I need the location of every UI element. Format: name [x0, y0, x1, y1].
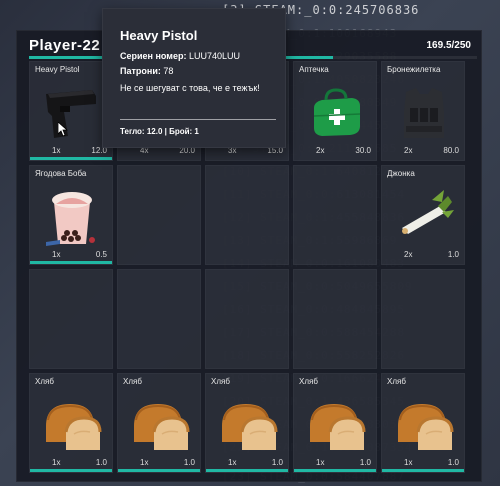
tooltip-footer: Тегло: 12.0 | Брой: 1 [120, 127, 199, 136]
bread-icon [128, 390, 192, 456]
inventory-slot[interactable] [117, 269, 201, 369]
item-name: Хляб [299, 377, 318, 386]
item-count: 2x [404, 250, 413, 259]
tooltip-description: Не се шегуват с това, че е тежък! [120, 83, 260, 93]
item-count: 1x [140, 458, 149, 467]
item-name: Хляб [387, 377, 406, 386]
item-name: Heavy Pistol [35, 65, 80, 74]
inventory-slot[interactable]: Heavy Pistol 1x 12.0 [29, 61, 113, 161]
item-count: 1x [228, 458, 237, 467]
bubble-tea-icon [40, 182, 104, 248]
inventory-slot[interactable] [205, 165, 289, 265]
item-count: 1x [316, 458, 325, 467]
inventory-slot[interactable] [293, 165, 377, 265]
item-name: Джонка [387, 169, 415, 178]
durability-bar [206, 469, 288, 472]
item-weight: 30.0 [355, 146, 371, 155]
item-name: Хляб [211, 377, 230, 386]
inventory-slot[interactable]: Аптечка 2x 30.0 [293, 61, 377, 161]
inventory-slot[interactable] [381, 269, 465, 369]
inventory-slot[interactable]: Ягодова Боба 1x 0.5 [29, 165, 113, 265]
tooltip-serial-label: Сериен номер: [120, 51, 187, 61]
inventory-title: Player-22 [29, 37, 101, 54]
joint-icon [392, 182, 456, 248]
item-count: 1x [404, 458, 413, 467]
tooltip-divider [120, 119, 276, 120]
inventory-slot[interactable] [29, 269, 113, 369]
item-count: 1x [52, 250, 61, 259]
item-weight: 80.0 [443, 146, 459, 155]
inventory-weight: 169.5/250 [426, 40, 472, 51]
bread-icon [216, 390, 280, 456]
item-count: 1x [52, 458, 61, 467]
item-weight: 1.0 [95, 458, 107, 467]
item-name: Хляб [123, 377, 142, 386]
item-weight: 1.0 [359, 458, 371, 467]
item-name: Бронежилетка [387, 65, 441, 74]
inventory-slot[interactable]: Хляб 1x 1.0 [205, 373, 289, 473]
inventory-slot[interactable]: Хляб 1x 1.0 [293, 373, 377, 473]
inventory-slot[interactable] [117, 165, 201, 265]
durability-bar [118, 469, 200, 472]
inventory-slot[interactable] [205, 269, 289, 369]
durability-bar [382, 469, 464, 472]
durability-bar [30, 261, 112, 264]
item-weight: 1.0 [447, 250, 459, 259]
tooltip-title: Heavy Pistol [120, 28, 198, 43]
item-weight: 0.5 [95, 250, 107, 259]
body-armor-icon [392, 78, 456, 144]
item-weight: 1.0 [447, 458, 459, 467]
inventory-slot[interactable]: Бронежилетка 2x 80.0 [381, 61, 465, 161]
item-weight: 1.0 [183, 458, 195, 467]
tooltip-serial: Сериен номер: LUU740LUU [120, 51, 240, 61]
inventory-slot[interactable]: Хляб 1x 1.0 [29, 373, 113, 473]
tooltip-ammo-label: Патрони: [120, 66, 161, 76]
tooltip-ammo: Патрони: 78 [120, 66, 173, 76]
bread-icon [392, 390, 456, 456]
durability-bar [294, 469, 376, 472]
inventory-slot[interactable]: Хляб 1x 1.0 [117, 373, 201, 473]
tooltip-serial-value: LUU740LUU [188, 51, 240, 61]
medkit-icon [304, 78, 368, 144]
inventory-slot[interactable]: Хляб 1x 1.0 [381, 373, 465, 473]
item-count: 2x [404, 146, 413, 155]
item-name: Ягодова Боба [35, 169, 87, 178]
pistol-icon [40, 78, 104, 144]
inventory-slot[interactable] [293, 269, 377, 369]
item-name: Аптечка [299, 65, 329, 74]
durability-bar [30, 157, 112, 160]
mouse-cursor-icon [58, 122, 68, 136]
item-name: Хляб [35, 377, 54, 386]
item-tooltip: Heavy Pistol Сериен номер: LUU740LUU Пат… [102, 8, 286, 148]
bread-icon [304, 390, 368, 456]
bread-icon [40, 390, 104, 456]
tooltip-ammo-value: 78 [163, 66, 174, 76]
item-count: 1x [52, 146, 61, 155]
durability-bar [30, 469, 112, 472]
inventory-slot[interactable]: Джонка 2x 1.0 [381, 165, 465, 265]
item-weight: 1.0 [271, 458, 283, 467]
item-count: 2x [316, 146, 325, 155]
